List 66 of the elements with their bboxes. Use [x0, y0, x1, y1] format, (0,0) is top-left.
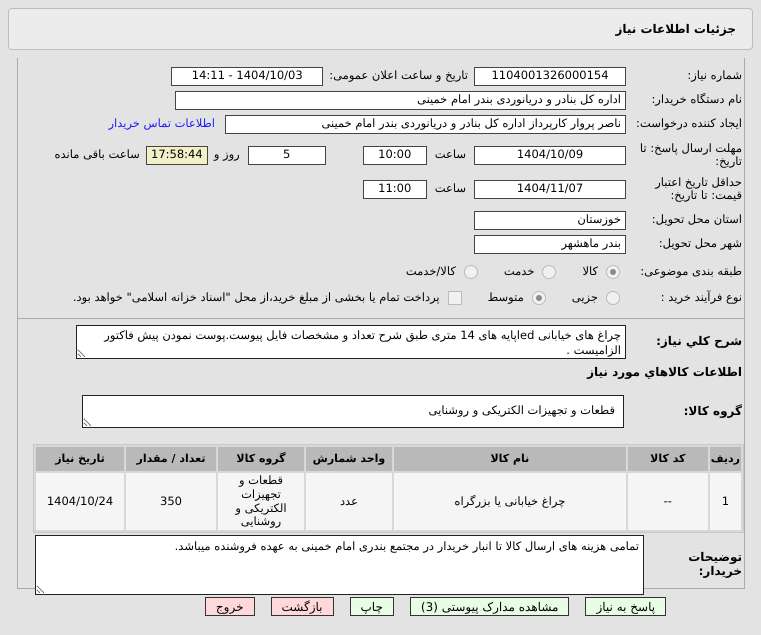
column-header: ردیف [710, 447, 741, 471]
field-label: حداقل تاریخ اعتبار قیمت: تا تاریخ: [654, 176, 743, 202]
field-label: استان محل تحویل: [650, 213, 743, 227]
field-label: توضیحات خریدار: [687, 551, 743, 579]
text-field[interactable]: خوزستان [474, 210, 626, 230]
text-field[interactable]: بندر ماهشهر [474, 234, 626, 254]
table-cell: عدد [306, 473, 392, 530]
table-cell: 350 [126, 473, 216, 530]
text-field[interactable]: 10:00 [362, 146, 427, 164]
action-button[interactable]: خروج [204, 597, 254, 616]
radio-button[interactable] [464, 265, 478, 279]
text-field[interactable]: 5 [248, 146, 326, 164]
field-label: ساعت [434, 180, 466, 198]
text-field[interactable]: 11:00 [362, 180, 427, 198]
field-label: مهلت ارسال پاسخ: تا تاریخ: [638, 142, 743, 168]
section-heading: اطلاعات کالاهاي مورد نياز [586, 364, 743, 381]
text-field[interactable]: 1404/10/03 - 14:11 [171, 66, 324, 86]
table-cell: -- [628, 473, 708, 530]
action-button[interactable]: بازگشت [270, 597, 334, 616]
action-button[interactable]: چاپ [350, 597, 394, 616]
checkbox[interactable] [448, 291, 462, 305]
field-label: ساعت باقی مانده [54, 146, 140, 164]
table-cell: قطعات و تجهیزات الکتریکی و روشنایی [218, 473, 304, 530]
option-label: متوسط [488, 289, 524, 306]
field-label: شماره نیاز: [686, 69, 743, 83]
description-field[interactable]: چراغ های خیابانی ledپایه های 14 متری طبق شرح تعداد و مشخصات فایل پیوست.پوست نمودن پیش فاکتور الزامیست . [76, 325, 626, 359]
option-label: کالا/خدمت [406, 263, 456, 280]
field-label: روز و [214, 146, 240, 164]
option-label: جزیی [572, 289, 598, 306]
field-label: ایجاد کننده درخواست: [635, 117, 743, 131]
radio-button[interactable] [606, 265, 620, 279]
column-header: گروه کالا [218, 447, 304, 471]
column-header: کد کالا [628, 447, 708, 471]
page-title: جزئیات اطلاعات نیاز [615, 21, 736, 38]
column-header: واحد شمارش [306, 447, 392, 471]
radio-button[interactable] [532, 291, 546, 305]
radio-button[interactable] [606, 291, 620, 305]
field-label: ساعت [434, 146, 466, 164]
text-field[interactable]: 1404/10/09 [474, 146, 626, 164]
payment-note: پرداخت تمام یا بخشی از مبلغ خرید،از محل "اسناد خزانه اسلامی" خواهد بود. [72, 289, 440, 306]
field-label: تاریخ و ساعت اعلان عمومی: [329, 67, 468, 84]
text-field[interactable]: 1404/11/07 [474, 180, 626, 198]
text-field[interactable]: اداره کل بنادر و دریانوردی بندر امام خمینی [175, 90, 626, 110]
goods-group-field[interactable]: قطعات و تجهیزات الکتریکی و روشنایی [82, 395, 624, 428]
text-field[interactable]: 17:58:44 [146, 146, 208, 164]
radio-button[interactable] [542, 265, 556, 279]
action-button[interactable]: پاسخ به نیاز [585, 597, 666, 616]
field-label: شرح کلي نياز: [655, 335, 743, 349]
table-cell: 1 [710, 473, 741, 530]
action-button[interactable]: مشاهده مدارک پیوستی (3) [410, 597, 570, 616]
field-label: طبقه بندی موضوعی: [639, 265, 743, 279]
notes-field[interactable]: تمامی هزینه های ارسال کالا تا انبار خریدار در مجتمع بندری امام خمینی به عهده فروشنده میباشد. [35, 535, 644, 596]
column-header: تعداد / مقدار [126, 447, 216, 471]
column-header: نام کالا [394, 447, 626, 471]
table-cell: 1404/10/24 [36, 473, 124, 530]
contact-link[interactable]: اطلاعات تماس خریدار [108, 115, 215, 133]
option-label: خدمت [504, 263, 534, 280]
field-label: نام دستگاه خریدار: [650, 93, 743, 107]
field-label: گروه کالا: [682, 404, 743, 418]
table-cell: چراغ خیابانی یا بزرگراه [394, 473, 626, 530]
text-field[interactable]: 1104001326000154 [474, 66, 626, 86]
column-header: تاریخ نیاز [36, 447, 124, 471]
field-label: نوع فرآیند خرید : [660, 291, 743, 305]
field-label: شهر محل تحویل: [658, 237, 743, 251]
option-label: کالا [582, 263, 598, 280]
text-field[interactable]: ناصر پروار کارپرداز اداره کل بنادر و دریانوردی بندر امام خمینی [225, 114, 626, 134]
